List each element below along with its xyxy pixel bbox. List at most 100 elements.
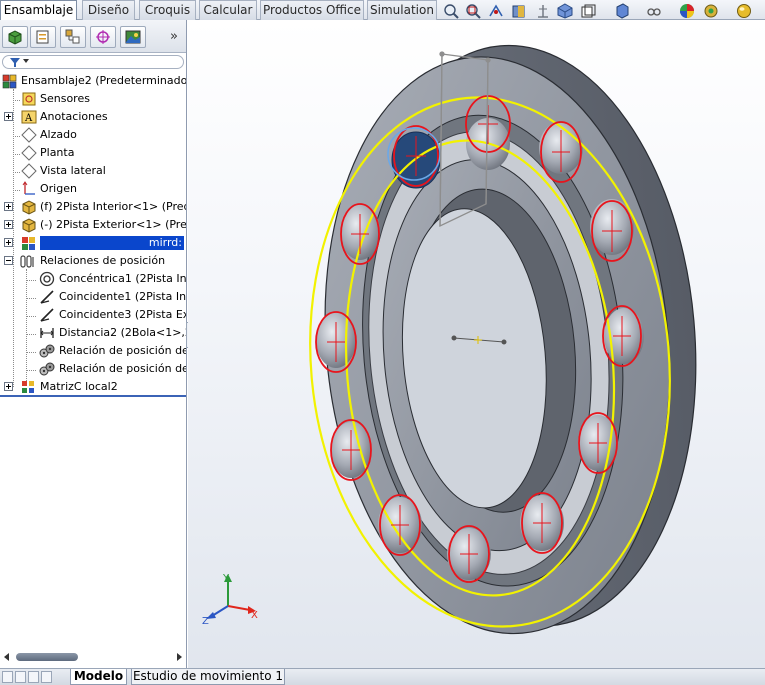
tree-item-distancia2[interactable]: Distancia2 (2Bola<1>,2Pis bbox=[0, 324, 186, 342]
tree-item-label: Coincidente1 (2Pista Inter bbox=[59, 290, 186, 303]
tree-item-selected-component[interactable]: mirrd: bbox=[0, 234, 186, 252]
expand-toggle[interactable] bbox=[4, 112, 13, 121]
view-orientation-icon[interactable] bbox=[557, 3, 573, 19]
tree-item-label: (-) 2Pista Exterior<1> (Predet bbox=[40, 218, 186, 231]
bottom-tabbar: Modelo Estudio de movimiento 1 bbox=[0, 668, 765, 685]
svg-text:A: A bbox=[24, 113, 33, 124]
collapse-toggle[interactable] bbox=[4, 256, 13, 265]
plane-icon bbox=[21, 163, 37, 179]
plane-icon bbox=[21, 145, 37, 161]
previous-view-icon[interactable] bbox=[488, 3, 504, 19]
tree-item-anotaciones[interactable]: A Anotaciones bbox=[0, 108, 186, 126]
tree-item-relaciones-posicion[interactable]: Relaciones de posición bbox=[0, 252, 186, 270]
triad-z-label: Z bbox=[202, 616, 209, 627]
scroll-thumb[interactable] bbox=[16, 653, 78, 661]
tree-item-matrizc-local2[interactable]: MatrizC local2 bbox=[0, 378, 186, 396]
zoom-to-fit-icon[interactable] bbox=[443, 3, 459, 19]
triad-y-label: Y bbox=[222, 573, 230, 584]
expand-toggle[interactable] bbox=[4, 382, 13, 391]
expand-toggle[interactable] bbox=[4, 220, 13, 229]
last-tab-icon[interactable] bbox=[41, 671, 52, 683]
reference-triad: Y X Z bbox=[202, 573, 258, 627]
tree-item-alzado[interactable]: Alzado bbox=[0, 126, 186, 144]
tree-item-gear-mate-1[interactable]: Relación de posición de en bbox=[0, 342, 186, 360]
distance-mate-icon bbox=[39, 325, 55, 341]
view-settings-icon[interactable] bbox=[703, 3, 719, 19]
concentric-mate-icon bbox=[39, 271, 55, 287]
plane-icon bbox=[21, 127, 37, 143]
tree-item-sensores[interactable]: Sensores bbox=[0, 90, 186, 108]
tree-item-label: Origen bbox=[40, 182, 77, 195]
coincident-mate-icon bbox=[39, 307, 55, 323]
scroll-left-icon[interactable] bbox=[4, 653, 9, 661]
tree-item-label: Alzado bbox=[40, 128, 77, 141]
tree-item-label: Relaciones de posición bbox=[40, 254, 166, 267]
tab-calcular[interactable]: Calcular bbox=[199, 0, 257, 20]
prev-tab-icon[interactable] bbox=[15, 671, 26, 683]
gear-mate-icon bbox=[39, 361, 55, 377]
section-view-icon[interactable] bbox=[511, 3, 527, 19]
tree-item-origen[interactable]: Origen bbox=[0, 180, 186, 198]
tree-item-coincidente1[interactable]: Coincidente1 (2Pista Inter bbox=[0, 288, 186, 306]
scroll-right-icon[interactable] bbox=[177, 653, 182, 661]
dimxpert-tab[interactable] bbox=[90, 26, 116, 48]
propertymanager-tab[interactable] bbox=[30, 26, 56, 48]
expand-toggle[interactable] bbox=[4, 202, 13, 211]
tree-item-coincidente3[interactable]: Coincidente3 (2Pista Exter bbox=[0, 306, 186, 324]
expand-toggle[interactable] bbox=[4, 238, 13, 247]
tab-modelo[interactable]: Modelo bbox=[70, 669, 127, 685]
triad-x-label: X bbox=[251, 610, 258, 621]
display-style-icon[interactable] bbox=[580, 3, 596, 19]
tree-item-concentrica1[interactable]: Concéntrica1 (2Pista Inter bbox=[0, 270, 186, 288]
tree-item-gear-mate-2[interactable]: Relación de posición de en bbox=[0, 360, 186, 378]
tab-simulation[interactable]: Simulation bbox=[367, 0, 437, 20]
realview-icon[interactable] bbox=[736, 3, 752, 19]
part-icon bbox=[21, 199, 37, 215]
tree-filter[interactable] bbox=[2, 55, 184, 69]
tree-item-label: Vista lateral bbox=[40, 164, 106, 177]
sensors-icon bbox=[21, 91, 37, 107]
tree-item-label: Relación de posición de en bbox=[59, 362, 186, 375]
tree-item-label: Coincidente3 (2Pista Exter bbox=[59, 308, 186, 321]
subassembly-icon bbox=[21, 235, 37, 251]
assembly-icon bbox=[2, 73, 18, 89]
tree-root-assembly[interactable]: Ensamblaje2 (Predeterminado<<P bbox=[0, 72, 186, 90]
tree-item-pista-exterior[interactable]: (-) 2Pista Exterior<1> (Predet bbox=[0, 216, 186, 234]
display-manager-tab[interactable] bbox=[120, 26, 146, 48]
tree-item-label: Planta bbox=[40, 146, 75, 159]
part-icon bbox=[21, 217, 37, 233]
apply-scene-icon[interactable] bbox=[679, 3, 695, 19]
tree-horizontal-scrollbar[interactable] bbox=[2, 651, 184, 663]
edit-appearance-icon[interactable] bbox=[646, 3, 662, 19]
feature-manager-panel: » Ensamblaje2 (Predeterminado<<P bbox=[0, 20, 187, 668]
tab-estudio-movimiento[interactable]: Estudio de movimiento 1 bbox=[131, 669, 285, 685]
tree-item-label: Anotaciones bbox=[40, 110, 108, 123]
feature-manager-tabs: » bbox=[0, 20, 186, 53]
tree-item-vista-lateral[interactable]: Vista lateral bbox=[0, 162, 186, 180]
configurationmanager-tab[interactable] bbox=[60, 26, 86, 48]
next-tab-icon[interactable] bbox=[28, 671, 39, 683]
bearing-model[interactable]: Y X Z bbox=[188, 20, 765, 668]
tree-item-label: Concéntrica1 (2Pista Inter bbox=[59, 272, 186, 285]
tree-item-pista-interior[interactable]: (f) 2Pista Interior<1> (Predet bbox=[0, 198, 186, 216]
hide-show-items-icon[interactable] bbox=[614, 3, 630, 19]
tree-root-label: Ensamblaje2 (Predeterminado<<P bbox=[21, 74, 186, 87]
tab-productos-office[interactable]: Productos Office bbox=[260, 0, 364, 20]
dynamic-annotation-icon[interactable] bbox=[535, 3, 551, 19]
featuremanager-tab[interactable] bbox=[2, 26, 28, 48]
graphics-viewport[interactable]: Y X Z bbox=[188, 20, 765, 668]
rollback-bar[interactable] bbox=[0, 395, 186, 397]
tree-item-planta[interactable]: Planta bbox=[0, 144, 186, 162]
first-tab-icon[interactable] bbox=[2, 671, 13, 683]
command-manager-tabbar: Ensamblaje Diseño Croquis Calcular Produ… bbox=[0, 0, 765, 21]
zoom-to-area-icon[interactable] bbox=[465, 3, 481, 19]
tab-diseno[interactable]: Diseño bbox=[82, 0, 135, 20]
tab-ensamblaje[interactable]: Ensamblaje bbox=[0, 0, 77, 21]
more-tabs-button[interactable]: » bbox=[170, 29, 178, 44]
tree-item-label: MatrizC local2 bbox=[40, 380, 118, 393]
tree-item-label: mirrd: bbox=[40, 236, 184, 250]
coincident-mate-icon bbox=[39, 289, 55, 305]
tab-croquis[interactable]: Croquis bbox=[139, 0, 196, 20]
tree-item-label: (f) 2Pista Interior<1> (Predet bbox=[40, 200, 186, 213]
tree-item-label: Sensores bbox=[40, 92, 90, 105]
